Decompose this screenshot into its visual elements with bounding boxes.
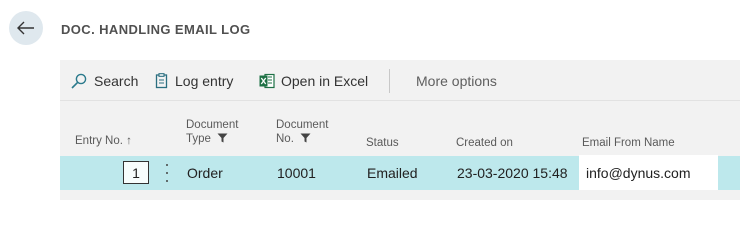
column-header-document-type[interactable]: Document Type bbox=[186, 118, 238, 146]
email-from-name-cell[interactable]: info@dynus.com bbox=[579, 155, 718, 190]
more-options-label: More options bbox=[416, 73, 497, 89]
page-title: DOC. HANDLING EMAIL LOG bbox=[61, 22, 251, 37]
more-options-button[interactable]: More options bbox=[416, 72, 497, 90]
log-entry-button[interactable]: Log entry bbox=[155, 72, 233, 90]
open-in-excel-button[interactable]: Open in Excel bbox=[259, 72, 368, 90]
open-in-excel-label: Open in Excel bbox=[281, 73, 369, 89]
table-row[interactable]: 1 Order 10001 Emailed 23-03-2020 15:48 i… bbox=[60, 155, 740, 190]
log-entry-icon bbox=[155, 73, 169, 89]
entry-no-cell[interactable]: 1 bbox=[123, 161, 149, 184]
filter-icon bbox=[300, 133, 311, 143]
column-header-document-no[interactable]: Document No. bbox=[276, 118, 328, 146]
created-on-cell[interactable]: 23-03-2020 15:48 bbox=[457, 156, 568, 190]
search-icon bbox=[70, 73, 88, 89]
excel-icon bbox=[259, 73, 275, 89]
column-header-entry-no[interactable]: Entry No. ↑ bbox=[75, 134, 132, 148]
back-button[interactable] bbox=[9, 11, 43, 45]
filter-icon bbox=[217, 133, 228, 143]
column-header-status[interactable]: Status bbox=[366, 136, 399, 150]
toolbar-divider bbox=[389, 69, 390, 93]
status-cell[interactable]: Emailed bbox=[367, 156, 418, 190]
more-vertical-icon[interactable] bbox=[161, 164, 173, 182]
column-header-created-on[interactable]: Created on bbox=[456, 136, 513, 150]
back-arrow-icon bbox=[17, 21, 34, 35]
search-label: Search bbox=[94, 73, 139, 89]
list-content: Search Log entry Open in Excel More opti… bbox=[60, 60, 740, 200]
document-no-cell[interactable]: 10001 bbox=[277, 156, 316, 190]
page-header: DOC. HANDLING EMAIL LOG bbox=[0, 0, 740, 60]
search-button[interactable]: Search bbox=[70, 72, 138, 90]
action-bar: Search Log entry Open in Excel More opti… bbox=[60, 60, 740, 101]
column-header-email-from-name[interactable]: Email From Name bbox=[582, 136, 675, 150]
document-type-cell[interactable]: Order bbox=[187, 156, 223, 190]
log-entry-label: Log entry bbox=[175, 73, 234, 89]
